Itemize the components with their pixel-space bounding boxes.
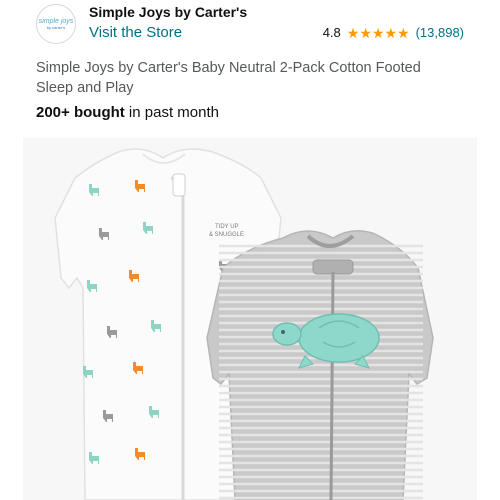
- star-icon: ★: [384, 24, 398, 41]
- review-count-link[interactable]: (13,898): [416, 25, 464, 40]
- rating-summary[interactable]: 4.8 ★ ★ ★ ★ ★ (13,898): [323, 25, 464, 40]
- visit-store-link[interactable]: Visit the Store: [89, 24, 182, 41]
- brand-logo-text-1: simple joys: [38, 18, 74, 25]
- brand-logo[interactable]: simple joys by carter's: [36, 4, 76, 44]
- star-icon: ★: [371, 24, 385, 41]
- star-icon: ★: [359, 24, 372, 41]
- star-icon: ★: [397, 24, 410, 41]
- brand-logo-text-2: by carter's: [46, 25, 66, 30]
- brand-name: Simple Joys by Carter's: [89, 4, 248, 20]
- star-rating: ★ ★ ★ ★ ★: [347, 26, 410, 40]
- bought-in-past-month: 200+ bought in past month: [36, 104, 219, 121]
- rating-value: 4.8: [322, 25, 341, 40]
- onesie-print-text-2: & SNUGGLE: [209, 232, 244, 238]
- product-title: Simple Joys by Carter's Baby Neutral 2-P…: [36, 60, 421, 96]
- product-photo: TIDY UP & SNUGGLE: [23, 138, 477, 500]
- bought-suffix: in past month: [124, 104, 219, 121]
- grey-turtle-onesie: [206, 230, 434, 500]
- product-image[interactable]: TIDY UP & SNUGGLE: [23, 138, 477, 500]
- onesie-print-text-1: TIDY UP: [215, 224, 239, 230]
- store-header: simple joys by carter's Simple Joys by C…: [0, 0, 500, 52]
- star-icon: ★: [346, 24, 360, 41]
- bought-count: 200+ bought: [36, 104, 125, 121]
